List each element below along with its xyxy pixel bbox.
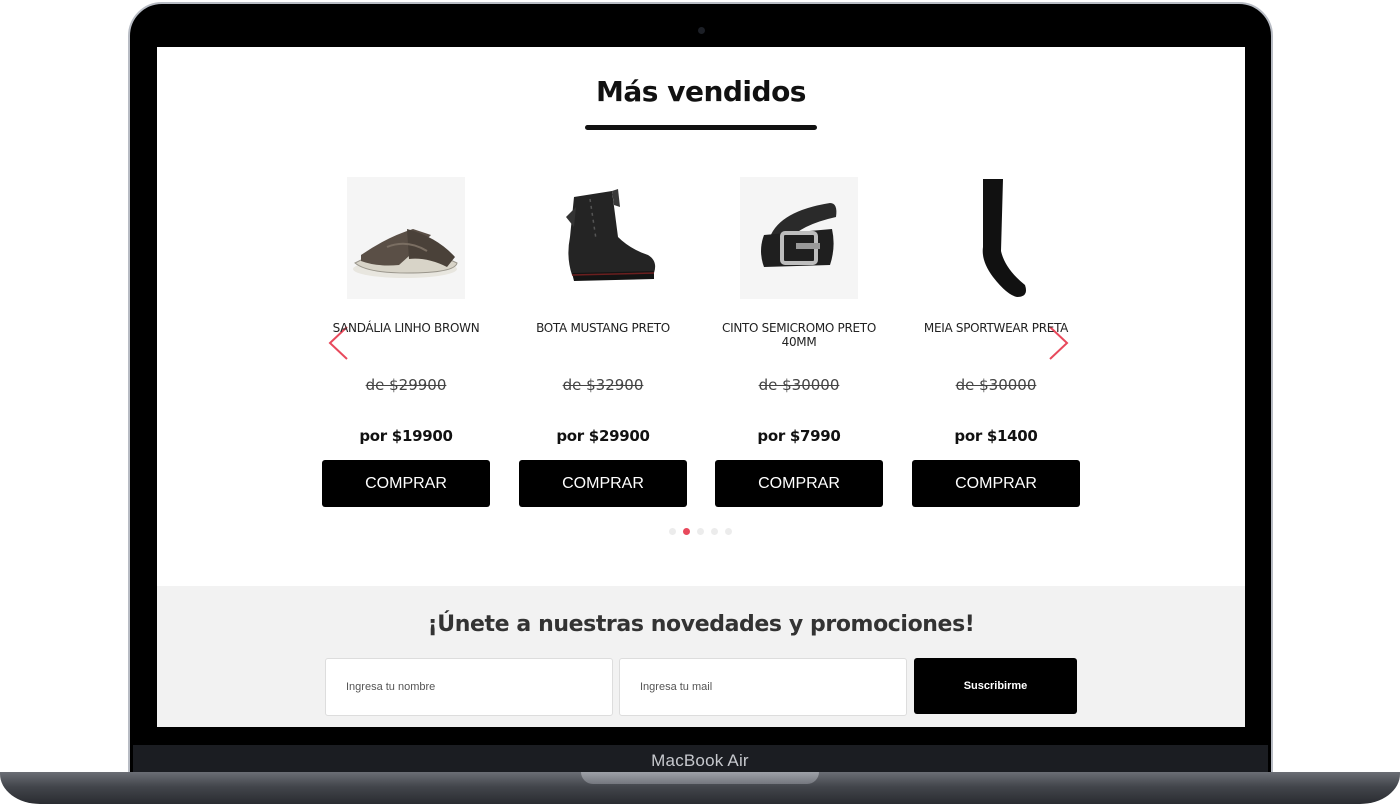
buy-button[interactable]: COMPRAR <box>519 460 687 507</box>
boot-icon <box>566 189 656 281</box>
email-input[interactable] <box>619 658 907 716</box>
product-old-price: de $30000 <box>955 376 1037 394</box>
product-name[interactable]: MEIA SPORTWEAR PRETA <box>906 321 1086 335</box>
section-title: Más vendidos <box>596 75 806 108</box>
sock-icon <box>982 179 1026 297</box>
pagination-dot[interactable] <box>711 528 718 535</box>
buy-button[interactable]: COMPRAR <box>322 460 490 507</box>
product-price: por $7990 <box>757 427 841 445</box>
product-image[interactable] <box>937 177 1055 299</box>
carousel-pagination <box>669 528 732 536</box>
product-card: MEIA SPORTWEAR PRETA de $30000 por $1400… <box>912 177 1080 507</box>
product-image[interactable] <box>740 177 858 299</box>
title-underline <box>585 125 817 130</box>
pagination-dot[interactable] <box>725 528 732 535</box>
laptop-frame: Más vendidos SANDÁLIA LINHO BROWN de $29… <box>0 0 1400 804</box>
product-price: por $1400 <box>954 427 1038 445</box>
newsletter-section: ¡Únete a nuestras novedades y promocione… <box>157 586 1245 727</box>
product-image[interactable] <box>347 177 465 299</box>
buy-button[interactable]: COMPRAR <box>912 460 1080 507</box>
product-price: por $29900 <box>556 427 650 445</box>
product-card: BOTA MUSTANG PRETO de $32900 por $29900 … <box>519 177 687 507</box>
device-brand-label: MacBook Air <box>651 751 749 770</box>
camera-icon <box>698 27 705 34</box>
sandal-icon <box>353 229 458 278</box>
product-card: CINTO SEMICROMO PRETO 40MM de $30000 por… <box>715 177 883 507</box>
product-price: por $19900 <box>359 427 453 445</box>
pagination-dot[interactable] <box>697 528 704 535</box>
product-card: SANDÁLIA LINHO BROWN de $29900 por $1990… <box>322 177 490 507</box>
laptop-hinge-notch <box>581 772 819 784</box>
product-name[interactable]: BOTA MUSTANG PRETO <box>513 321 693 335</box>
screen: Más vendidos SANDÁLIA LINHO BROWN de $29… <box>157 47 1245 727</box>
product-name[interactable]: CINTO SEMICROMO PRETO 40MM <box>709 321 889 349</box>
newsletter-title: ¡Únete a nuestras novedades y promocione… <box>427 612 975 637</box>
subscribe-button[interactable]: Suscribirme <box>914 658 1077 714</box>
product-old-price: de $30000 <box>758 376 840 394</box>
belt-icon <box>761 203 837 267</box>
buy-button[interactable]: COMPRAR <box>715 460 883 507</box>
pagination-dot[interactable] <box>669 528 676 535</box>
product-image[interactable] <box>544 177 662 299</box>
product-old-price: de $29900 <box>365 376 447 394</box>
product-name[interactable]: SANDÁLIA LINHO BROWN <box>316 321 496 335</box>
product-old-price: de $32900 <box>562 376 644 394</box>
name-input[interactable] <box>325 658 613 716</box>
pagination-dot-active[interactable] <box>683 528 690 535</box>
